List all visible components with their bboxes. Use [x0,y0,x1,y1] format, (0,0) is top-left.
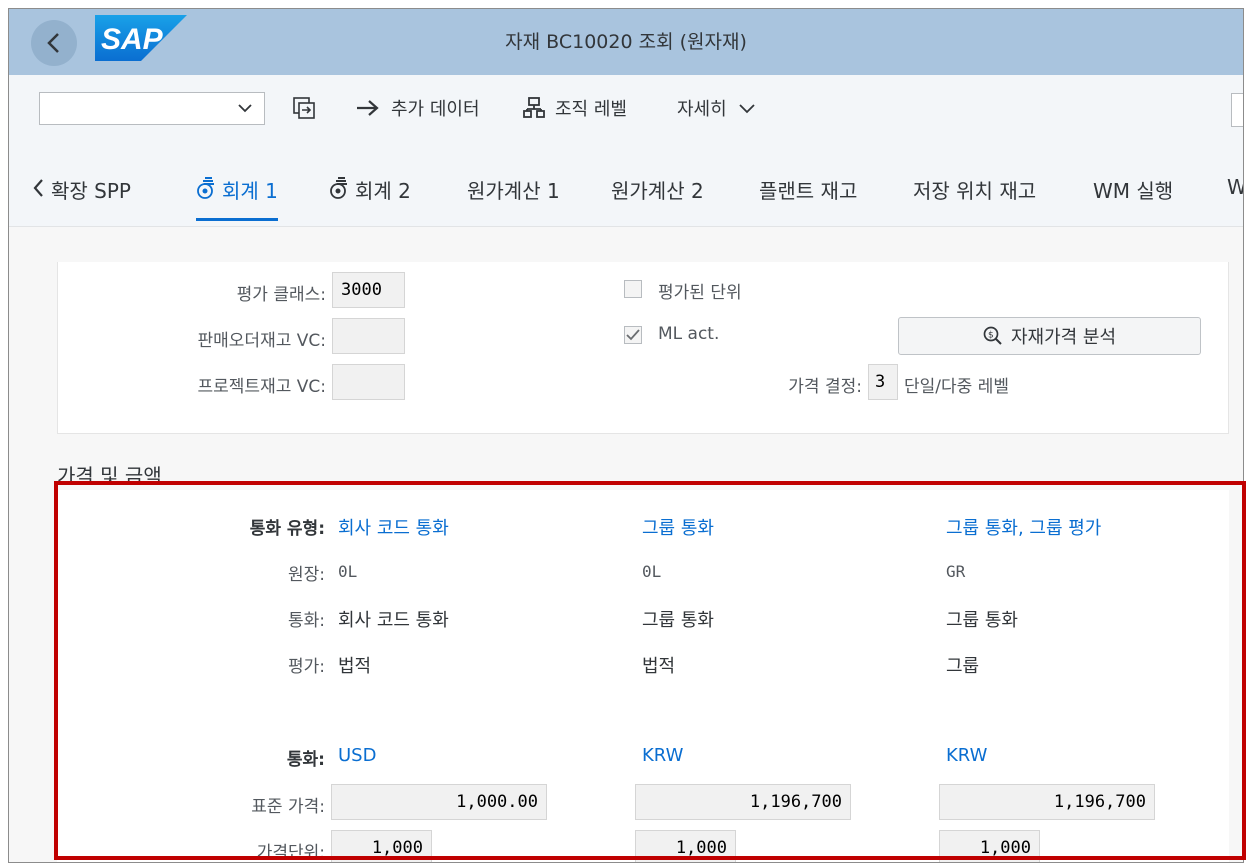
general-valuation-section: 평가 클래스: 3000 판매오더재고 VC: 프로젝트재고 VC: 평가된 단… [57,262,1229,434]
sales-order-stock-vc-label: 판매오더재고 VC: [197,331,326,351]
coins-icon [197,177,214,199]
tab-label: W [1227,175,1243,199]
sales-order-stock-vc-field[interactable] [332,318,405,354]
tab-label: 저장 위치 재고 [913,179,1037,203]
tab-bar: 확장 SPP 회계 1 회계 2 원가계산 1 원가계산 2 플랜트 재고 저장… [9,155,1243,227]
prices-section: 통화 유형: 원장: 통화: 평가: 통화: 표준 가격: 가격단위: 회사 코… [57,490,1229,863]
tab-label: WM 실행 [1093,179,1174,203]
valuated-unit-checkbox[interactable] [624,280,642,298]
currency-type-value: 그룹 통화, 그룹 평가 [946,518,1102,539]
toolbar: 추가 데이터 조직 레벨 자세히 [9,75,1243,155]
page-title: 자재 BC10020 조회 (원자재) [505,31,747,53]
standard-price-label: 표준 가격: [251,797,325,817]
price-unit-field[interactable]: 1,000 [939,830,1040,862]
material-price-analysis-button[interactable]: $ 자재가격 분석 [898,317,1201,355]
arrow-right-icon [357,100,379,116]
project-stock-vc-label: 프로젝트재고 VC: [197,377,326,397]
extra-data-button[interactable]: 추가 데이터 [355,75,480,141]
project-stock-vc-field[interactable] [332,364,405,400]
svg-text:$: $ [988,331,994,341]
org-levels-button[interactable]: 조직 레벨 [523,75,627,141]
tab-label: 원가계산 2 [611,179,704,203]
ml-act-label: ML act. [658,324,720,344]
logo-text: SAP [101,23,164,56]
chevron-left-icon [47,33,59,53]
tab-label: 원가계산 1 [467,179,560,203]
standard-price-field[interactable]: 1,196,700 [939,784,1155,820]
valuation-value: 법적 [338,656,372,677]
valuated-unit-label: 평가된 단위 [658,283,742,303]
tab-label: 확장 SPP [51,179,131,203]
currency-label: 통화: [287,611,325,631]
tab-storage-location-stock[interactable]: 저장 위치 재고 [913,175,1036,223]
ledger-value: 0L [642,562,662,581]
toolbar-overflow-button[interactable] [1231,93,1243,127]
currency-code-value: KRW [642,745,684,766]
currency-type-label: 통화 유형: [249,519,325,539]
tab-plant-stock[interactable]: 플랜트 재고 [759,175,857,223]
tab-truncated[interactable]: W [1227,175,1243,223]
extra-data-label: 추가 데이터 [391,99,480,120]
chevron-down-icon [739,104,755,114]
prices-section-title: 가격 및 금액 [57,464,162,488]
valuation-class-field[interactable]: 3000 [332,272,405,308]
price-unit-field[interactable]: 1,000 [331,830,432,862]
tab-costing-2[interactable]: 원가계산 2 [611,175,704,223]
org-hierarchy-icon [523,97,545,118]
currency-type-value: 그룹 통화 [642,518,714,539]
currency-type-value: 회사 코드 통화 [338,518,449,539]
tab-accounting-1[interactable]: 회계 1 [196,175,278,223]
currency-code-value: USD [338,745,377,766]
sap-logo: SAP [95,15,187,65]
ledger-value: 0L [338,562,358,581]
tab-scroll-left[interactable]: 확장 SPP [31,175,131,223]
price-search-icon: $ [983,326,1002,345]
valuation-value: 그룹 [946,656,980,677]
standard-price-field[interactable]: 1,196,700 [635,784,851,820]
tab-wm-execution[interactable]: WM 실행 [1093,175,1173,223]
app-window: SAP 자재 BC10020 조회 (원자재) 추가 데이터 조직 레벨 자세히… [8,8,1244,863]
tab-label: 플랜트 재고 [759,179,858,203]
chevron-down-icon [238,104,252,113]
switch-view-button[interactable] [291,75,317,141]
more-label: 자세히 [677,99,727,120]
tab-label: 회계 1 [222,179,278,203]
chevron-left-icon [33,179,43,197]
checkmark-icon [626,329,640,341]
valuation-label: 평가: [287,657,325,677]
shell-bar: SAP 자재 BC10020 조회 (원자재) [9,9,1243,75]
ledger-value: GR [946,562,966,581]
coins-icon [330,177,347,199]
currency-code-label: 통화: [286,750,325,770]
currency-code-value: KRW [946,745,988,766]
valuation-value: 법적 [642,656,676,677]
tab-accounting-2[interactable]: 회계 2 [329,175,411,223]
back-button[interactable] [31,20,77,66]
currency-value: 회사 코드 통화 [338,610,449,631]
material-price-analysis-label: 자재가격 분석 [1010,327,1117,348]
price-unit-field[interactable]: 1,000 [635,830,736,862]
currency-value: 그룹 통화 [642,610,714,631]
more-menu-button[interactable]: 자세히 [677,75,757,141]
price-determination-field[interactable]: 3 [868,364,898,400]
ml-act-checkbox[interactable] [624,326,642,344]
tab-costing-1[interactable]: 원가계산 1 [467,175,560,223]
price-unit-label: 가격단위: [256,843,325,863]
currency-value: 그룹 통화 [946,610,1018,631]
price-determination-text: 단일/다중 레벨 [904,377,1009,397]
org-levels-label: 조직 레벨 [555,99,627,120]
ledger-label: 원장: [287,565,325,585]
standard-price-field[interactable]: 1,000.00 [331,784,547,820]
copy-switch-icon [293,97,315,119]
price-determination-label: 가격 결정: [788,377,862,397]
content-area: 평가 클래스: 3000 판매오더재고 VC: 프로젝트재고 VC: 평가된 단… [9,228,1243,863]
valuation-class-label: 평가 클래스: [236,285,326,305]
variant-select[interactable] [39,92,265,125]
tab-label: 회계 2 [355,179,411,203]
